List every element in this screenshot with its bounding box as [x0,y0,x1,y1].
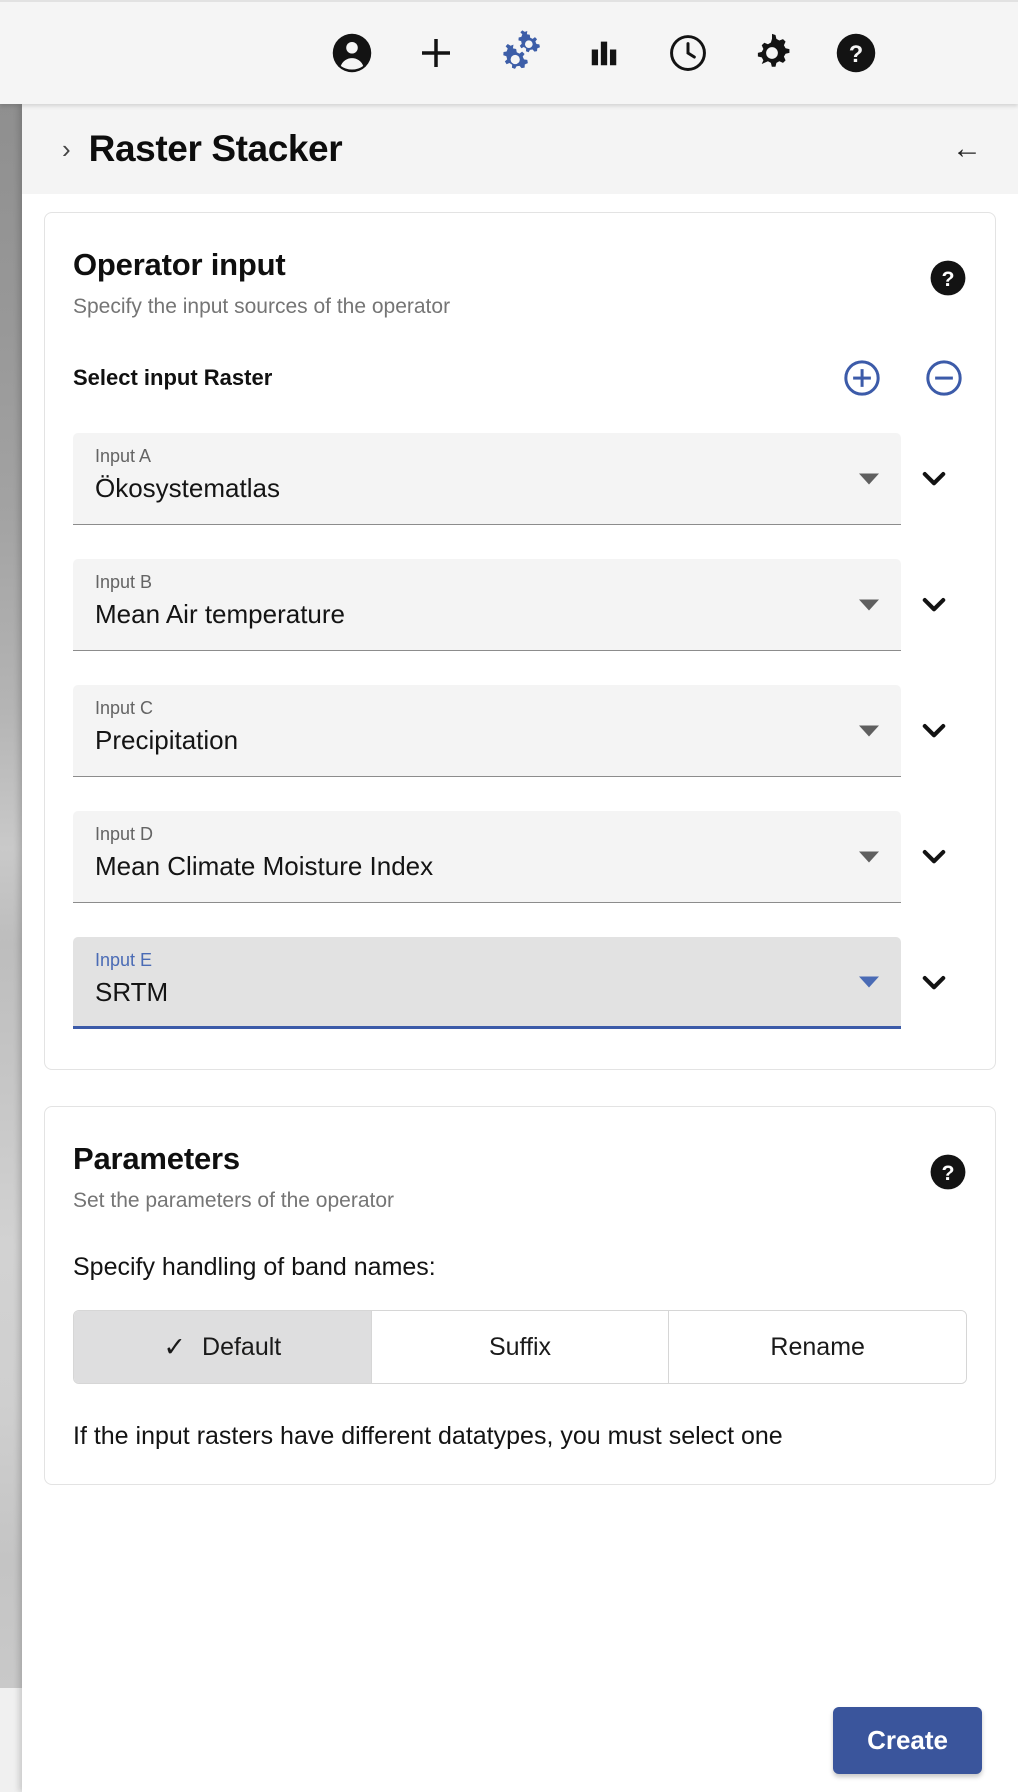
breadcrumb-chevron-icon[interactable]: › [62,136,71,162]
select-input-raster-label: Select input Raster [73,365,273,390]
input-select-e[interactable]: Input E SRTM [73,937,901,1029]
select-input-raster-row: Select input Raster [73,359,967,397]
question-circle-icon: ? [835,32,877,74]
band-option-default-label: Default [202,1332,282,1361]
dropdown-caret-icon [859,599,879,610]
input-row-a: Input A Ökosystematlas [73,433,967,525]
clock-icon [667,32,709,74]
panel-footer: Create [22,1688,1018,1792]
minus-circle-icon [926,360,962,396]
chevron-down-icon [922,471,946,486]
input-row-e: Input E SRTM [73,937,967,1029]
input-label-d: Input D [95,824,154,844]
input-value-c: Precipitation [95,724,239,755]
expand-input-a-button[interactable] [901,462,967,496]
top-toolbar: ? [0,0,1018,104]
history-button[interactable] [646,17,730,89]
svg-text:?: ? [941,267,954,291]
operator-side-panel: › Raster Stacker ← ? Operator input Spec… [22,104,1018,1792]
dropdown-caret-icon [859,976,879,987]
operator-input-card: ? Operator input Specify the input sourc… [44,212,996,1070]
chevron-down-icon [922,849,946,864]
add-button[interactable] [394,17,478,89]
input-label-c: Input C [95,698,154,718]
input-label-b: Input B [95,572,153,592]
back-arrow-icon[interactable]: ← [946,134,988,164]
input-row-d: Input D Mean Climate Moisture Index [73,811,967,903]
plus-circle-icon [844,360,880,396]
check-icon: ✓ [163,1331,187,1362]
create-button[interactable]: Create [833,1706,982,1774]
question-circle-icon: ? [930,1154,966,1190]
operator-input-help-button[interactable]: ? [929,259,967,302]
svg-text:?: ? [849,42,863,68]
plots-button[interactable] [562,17,646,89]
input-value-b: Mean Air temperature [95,598,346,629]
band-option-suffix-label: Suffix [488,1332,552,1361]
page-title: Raster Stacker [88,128,343,169]
add-input-button[interactable] [843,359,881,397]
settings-button[interactable] [730,17,814,89]
parameters-card: ? Parameters Set the parameters of the o… [44,1106,996,1485]
dropdown-caret-icon [859,473,879,484]
app-root: ? › Raster Stacker ← ? Operator input Sp… [0,0,1018,1792]
chevron-down-icon [922,597,946,612]
gear-icon [750,31,794,75]
input-row-c: Input C Precipitation [73,685,967,777]
input-value-d: Mean Climate Moisture Index [95,850,434,881]
account-button[interactable] [310,17,394,89]
map-background-strip [0,104,22,1688]
chevron-down-icon [922,975,946,990]
operator-input-title: Operator input [73,247,286,282]
svg-text:?: ? [941,1161,954,1185]
expand-input-e-button[interactable] [901,966,967,1000]
band-option-suffix[interactable]: Suffix [371,1311,670,1383]
add-icon [415,32,457,74]
help-button[interactable]: ? [814,17,898,89]
parameters-title: Parameters [73,1141,240,1176]
panel-header: › Raster Stacker ← [22,104,1018,194]
operator-input-subtitle: Specify the input sources of the operato… [73,295,451,318]
account-icon [331,32,373,74]
map-background-strip-bottom [0,1688,22,1792]
band-option-rename-label: Rename [770,1332,865,1361]
dropdown-caret-icon [859,851,879,862]
dropdown-caret-icon [859,725,879,736]
input-value-e: SRTM [95,976,169,1007]
operators-button[interactable] [478,17,562,89]
gears-icon [497,30,543,76]
input-value-a: Ökosystematlas [95,472,280,503]
expand-input-b-button[interactable] [901,588,967,622]
datatype-note: If the input rasters have different data… [73,1422,783,1450]
panel-scroll-body[interactable]: ? Operator input Specify the input sourc… [22,194,1018,1688]
band-name-toggle-group: ✓ Default Suffix Rename [73,1310,967,1384]
bar-chart-icon [583,32,625,74]
input-row-b: Input B Mean Air temperature [73,559,967,651]
parameters-help-button[interactable]: ? [929,1153,967,1196]
band-option-rename[interactable]: Rename [669,1311,966,1383]
input-label-a: Input A [95,446,152,466]
expand-input-c-button[interactable] [901,714,967,748]
band-option-default[interactable]: ✓ Default [74,1311,372,1383]
input-select-a[interactable]: Input A Ökosystematlas [73,433,901,525]
remove-input-button[interactable] [925,359,963,397]
band-names-label: Specify handling of band names: [73,1253,436,1281]
question-circle-icon: ? [930,260,966,296]
expand-input-d-button[interactable] [901,840,967,874]
input-label-e: Input E [95,950,153,970]
input-select-d[interactable]: Input D Mean Climate Moisture Index [73,811,901,903]
input-select-b[interactable]: Input B Mean Air temperature [73,559,901,651]
chevron-down-icon [922,723,946,738]
input-select-c[interactable]: Input C Precipitation [73,685,901,777]
parameters-subtitle: Set the parameters of the operator [73,1189,395,1212]
